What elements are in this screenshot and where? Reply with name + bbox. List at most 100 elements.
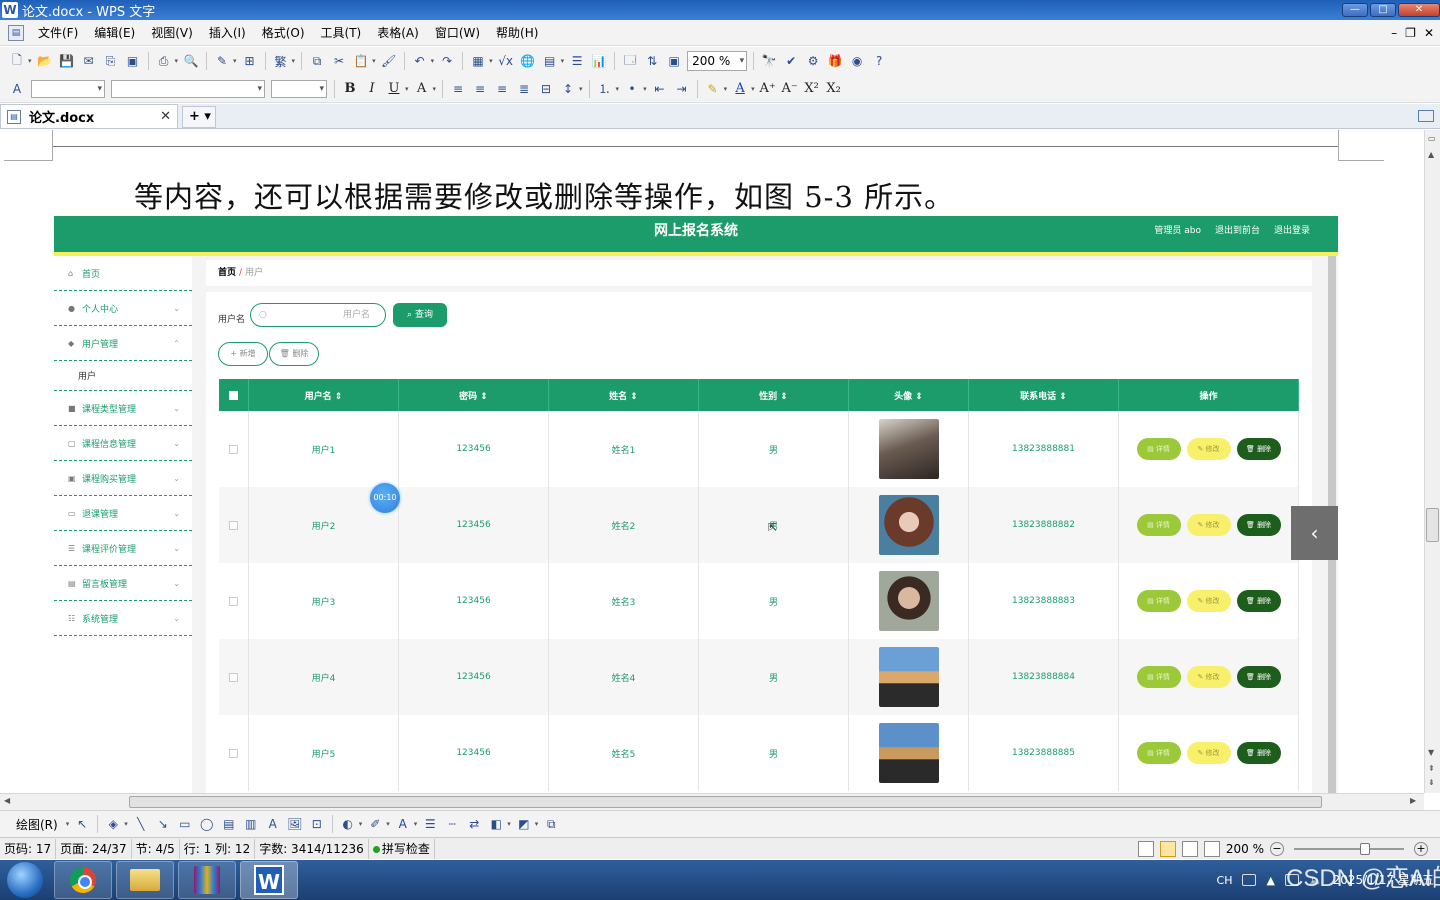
draw-font-color-icon[interactable]: A: [393, 814, 413, 834]
format-painter-icon[interactable]: 🖌: [379, 51, 399, 71]
insert-picture-icon[interactable]: 🖼: [285, 814, 305, 834]
copy-icon[interactable]: ⧉: [307, 51, 327, 71]
columns-icon[interactable]: ☰: [567, 51, 587, 71]
layout-icon[interactable]: ⊞: [240, 51, 260, 71]
save-icon[interactable]: 💾: [57, 51, 77, 71]
underline-button[interactable]: U: [384, 79, 404, 99]
gift-icon[interactable]: 🎁: [825, 51, 845, 71]
doc-minimize-icon[interactable]: –: [1391, 26, 1397, 40]
scroll-down-icon[interactable]: ▼: [1428, 748, 1434, 757]
select-pointer-icon[interactable]: ↖: [72, 814, 92, 834]
shadow-icon[interactable]: ◧: [486, 814, 506, 834]
zoom-in-button[interactable]: +: [1414, 841, 1428, 856]
font-size-combo[interactable]: [271, 79, 327, 98]
task-pane-icon[interactable]: [1418, 110, 1434, 122]
highlight-icon[interactable]: ✎: [703, 79, 723, 99]
print-icon[interactable]: ⎙: [154, 51, 174, 71]
autoshapes-icon[interactable]: ◈: [103, 814, 123, 834]
ruler-icon[interactable]: ▭: [1428, 134, 1436, 143]
tray-expand-icon[interactable]: ▲: [1266, 874, 1274, 887]
status-page-code[interactable]: 页码: 17: [0, 838, 57, 859]
line-icon[interactable]: ╲: [131, 814, 151, 834]
3d-icon[interactable]: ◩: [514, 814, 534, 834]
menu-insert[interactable]: 插入(I): [201, 20, 254, 46]
wordart-icon[interactable]: A: [263, 814, 283, 834]
document-canvas[interactable]: 等内容，还可以根据需要修改或删除等操作，如图 5-3 所示。 网上报名系统 管理…: [0, 130, 1424, 793]
draw-menu[interactable]: 绘图(R): [6, 816, 58, 833]
align-center-icon[interactable]: ≡: [470, 79, 490, 99]
page-view-icon[interactable]: ▣: [664, 51, 684, 71]
prev-page-icon[interactable]: ⇞: [1428, 764, 1435, 773]
menu-view[interactable]: 视图(V): [143, 20, 201, 46]
start-button[interactable]: [0, 860, 50, 900]
status-page[interactable]: 页面: 24/37: [56, 838, 132, 859]
shrink-font-icon[interactable]: A⁻: [780, 79, 800, 99]
minimize-button[interactable]: —: [1342, 3, 1368, 17]
find-icon[interactable]: 🔭: [759, 51, 779, 71]
cut-icon[interactable]: ✂: [329, 51, 349, 71]
numbered-list-icon[interactable]: ⒈: [595, 79, 615, 99]
zoom-slider-knob[interactable]: [1360, 842, 1370, 855]
align-left-icon[interactable]: ≡: [448, 79, 468, 99]
doc-restore-icon[interactable]: ❐: [1405, 26, 1416, 40]
bold-button[interactable]: B: [340, 79, 360, 99]
menu-help[interactable]: 帮助(H): [488, 20, 546, 46]
taskbar-explorer[interactable]: [116, 861, 174, 899]
superscript-icon[interactable]: X²: [802, 79, 822, 99]
formula-icon[interactable]: √x: [496, 51, 516, 71]
open-icon[interactable]: 📂: [35, 51, 55, 71]
horizontal-scrollbar[interactable]: ◀ ▶: [0, 793, 1424, 810]
taskbar-chrome[interactable]: [54, 861, 112, 899]
print-preview-icon[interactable]: 🔍: [181, 51, 201, 71]
status-position[interactable]: 行: 1 列: 12: [180, 838, 256, 859]
help-icon[interactable]: ?: [869, 51, 889, 71]
line-color-icon[interactable]: ✐: [365, 814, 385, 834]
zoom-slider[interactable]: [1294, 842, 1404, 855]
status-word-count[interactable]: 字数: 3414/11236: [255, 838, 369, 859]
line-spacing-icon[interactable]: ↕: [558, 79, 578, 99]
insert-table-icon[interactable]: ▦: [468, 51, 488, 71]
new-tab-button[interactable]: + ▾: [182, 106, 216, 128]
abc-check-icon[interactable]: ✔: [781, 51, 801, 71]
zoom-combo[interactable]: 200 %: [687, 51, 748, 71]
weibo-icon[interactable]: ◉: [847, 51, 867, 71]
spell-check-status[interactable]: 拼写检查: [369, 838, 435, 859]
vertical-scrollbar[interactable]: ▭ ▲ ▼ ⇞ ⇟: [1424, 130, 1440, 793]
pdf-icon[interactable]: ▣: [123, 51, 143, 71]
scroll-right-icon[interactable]: ▶: [1410, 796, 1416, 805]
arrange-icon[interactable]: ⧉: [541, 814, 561, 834]
paste-icon[interactable]: 📋: [351, 51, 371, 71]
menu-file[interactable]: 文件(F): [30, 20, 86, 46]
document-paragraph[interactable]: 等内容，还可以根据需要修改或删除等操作，如图 5-3 所示。: [134, 174, 954, 216]
subscript-icon[interactable]: X₂: [824, 79, 844, 99]
page-view-icon[interactable]: [1159, 840, 1176, 857]
input-language[interactable]: CH: [1217, 874, 1233, 887]
bullet-list-icon[interactable]: •: [622, 79, 642, 99]
table-grid-icon[interactable]: ▤: [540, 51, 560, 71]
zoom-out-button[interactable]: −: [1270, 841, 1284, 856]
close-button[interactable]: ✕: [1398, 3, 1440, 17]
increase-indent-icon[interactable]: ⇥: [672, 79, 692, 99]
menu-window[interactable]: 窗口(W): [427, 20, 488, 46]
clipart-icon[interactable]: ⊡: [307, 814, 327, 834]
show-marks-icon[interactable]: ⇅: [642, 51, 662, 71]
tab-close-icon[interactable]: ✕: [160, 109, 171, 124]
decrease-indent-icon[interactable]: ⇤: [650, 79, 670, 99]
align-right-icon[interactable]: ≡: [492, 79, 512, 99]
justify-icon[interactable]: ≣: [514, 79, 534, 99]
menu-edit[interactable]: 编辑(E): [86, 20, 143, 46]
taskbar-wps[interactable]: W: [240, 861, 298, 899]
fill-color-icon[interactable]: ◐: [338, 814, 358, 834]
scroll-up-icon[interactable]: ▲: [1428, 150, 1434, 159]
new-document-icon[interactable]: 🗋: [7, 51, 27, 71]
style-combo[interactable]: [31, 79, 105, 98]
status-section[interactable]: 节: 4/5: [132, 838, 180, 859]
document-map-icon[interactable]: 🗔: [620, 51, 640, 71]
simplified-traditional-icon[interactable]: 繁: [271, 51, 291, 71]
spellcheck-icon[interactable]: ✎: [212, 51, 232, 71]
grow-font-icon[interactable]: A⁺: [758, 79, 778, 99]
vertical-textbox-icon[interactable]: ▥: [241, 814, 261, 834]
undo-icon[interactable]: ↶: [410, 51, 430, 71]
tools-icon[interactable]: ⚙: [803, 51, 823, 71]
arrow-style-icon[interactable]: ⇄: [464, 814, 484, 834]
